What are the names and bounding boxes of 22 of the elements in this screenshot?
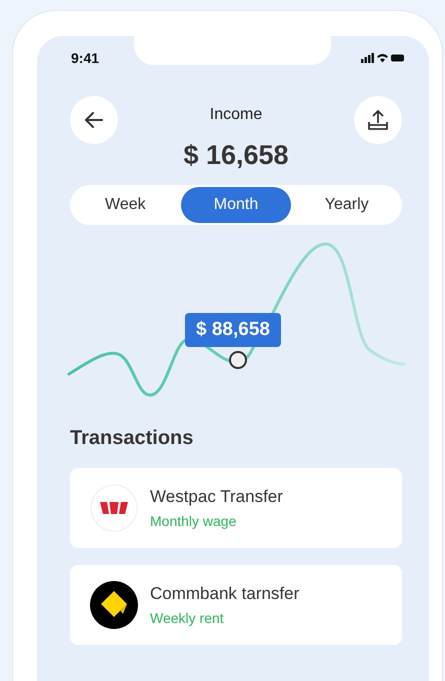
back-arrow-icon [83,109,105,131]
bank-logo-icon [90,581,138,629]
transaction-name: Commbank tarnsfer [150,584,300,604]
back-button[interactable] [70,96,118,144]
section-heading: Transactions [70,427,194,450]
transaction-note: Weekly rent [150,610,225,626]
status-icons [361,52,405,64]
period-tab[interactable]: Week [70,187,181,223]
transaction-note: Monthly wage [150,513,238,529]
income-amount: $ 16,658 [182,140,290,171]
transaction-card[interactable]: Commbank tarnsfer Weekly rent [70,565,402,645]
status-time: 9:41 [71,50,100,66]
period-tab[interactable]: Yearly [291,187,402,223]
chart-tooltip: $ 88,658 [185,313,281,347]
period-tab[interactable]: Month [180,187,292,223]
transaction-card[interactable]: Westpac Transfer Monthly wage [70,468,402,548]
chart-point-marker [228,350,248,370]
transaction-name: Westpac Transfer [150,487,283,507]
upload-icon [366,108,390,132]
screen-title: Income [210,106,262,124]
share-button[interactable] [354,96,402,144]
bank-logo-icon [90,484,138,532]
